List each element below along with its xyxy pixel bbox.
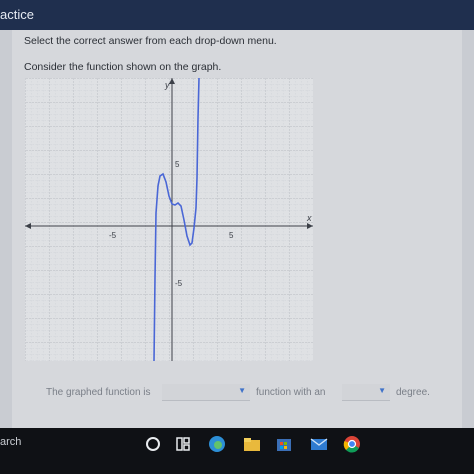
y-tick-label-pos: 5 [175,160,180,169]
x-axis-label: x [306,213,312,223]
cortana-icon[interactable] [143,434,163,454]
chevron-down-icon: ▼ [238,386,246,395]
answer-text-3: degree. [396,387,430,398]
question-panel: Select the correct answer from each drop… [12,30,462,428]
x-tick-label-neg: -5 [109,231,117,240]
store-icon[interactable] [274,434,294,454]
x-tick-label-pos: 5 [229,231,234,240]
chrome-icon[interactable] [342,434,362,454]
edge-icon[interactable] [207,434,227,454]
taskbar: arch [0,428,474,474]
answer-text-2: function with an [256,387,326,398]
dropdown-function-type[interactable]: ▼ [162,384,250,401]
answer-text-1: The graphed function is [46,387,151,398]
prompt-text: Consider the function shown on the graph… [24,61,222,73]
mail-icon[interactable] [309,434,329,454]
function-graph: x y -5 5 5 -5 [25,77,313,362]
chevron-down-icon: ▼ [378,386,386,395]
y-tick-label-neg: -5 [175,279,183,288]
task-view-icon[interactable] [173,434,193,454]
grid [25,78,313,361]
y-axis-label: y [164,80,170,90]
instruction-text: Select the correct answer from each drop… [24,35,277,47]
window-title: actice [0,7,34,22]
app-window: Select the correct answer from each drop… [0,30,474,428]
answer-row: The graphed function is ▼ function with … [12,382,462,404]
taskbar-search[interactable]: arch [0,436,21,448]
graph-svg: x y -5 5 5 -5 [25,77,313,362]
file-explorer-icon[interactable] [242,434,262,454]
dropdown-degree[interactable]: ▼ [342,384,390,401]
title-bar: actice [0,0,474,30]
